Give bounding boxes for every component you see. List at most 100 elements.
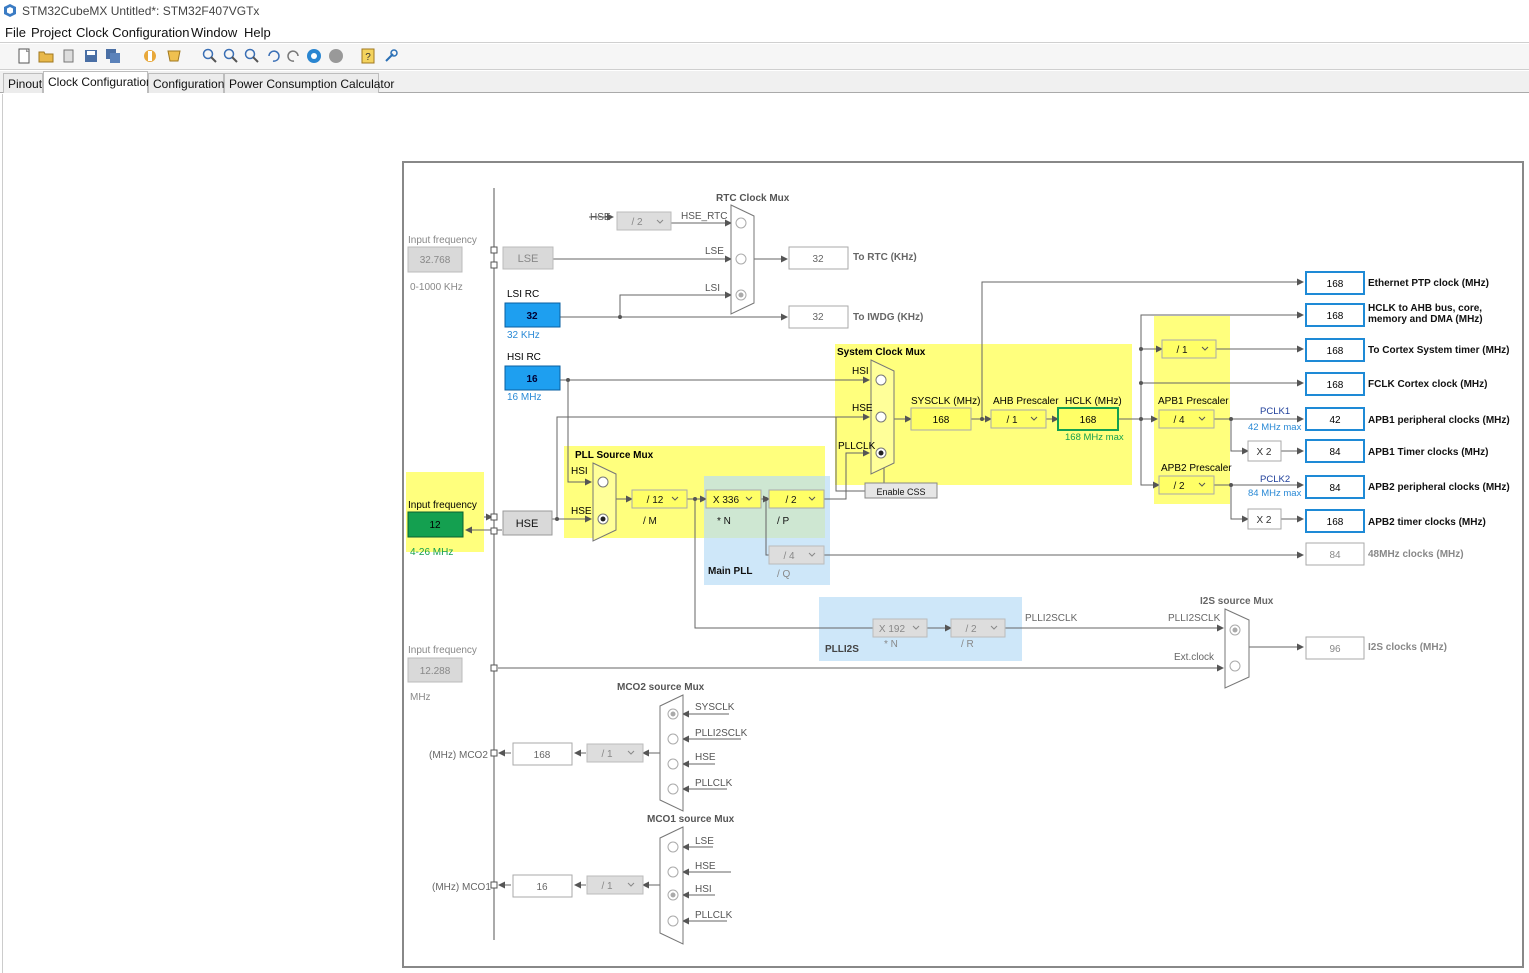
hclk-value: 168 [1080,415,1097,426]
redo-icon[interactable] [286,48,302,64]
menu-help[interactable]: Help [244,25,271,40]
cortex-timer-value: 168 [1327,346,1344,357]
lse-range-label: 0-1000 KHz [410,282,463,293]
lsi-rc-label: LSI RC [507,289,539,300]
fclk-output: 168 FCLK Cortex clock (MHz) [1305,372,1487,396]
plli2s-r-label: / R [961,639,974,650]
apb2-prescaler-select[interactable] [1158,475,1215,495]
save-icon[interactable] [83,48,99,64]
apb2-peripheral-value: 84 [1329,483,1341,494]
zoom-in-icon[interactable] [202,48,218,64]
i2s-source-mux[interactable] [1224,608,1250,689]
copy-icon[interactable] [61,48,77,64]
menu-file[interactable]: File [5,25,26,40]
zoom-fit-icon[interactable] [244,48,260,64]
hclk-label: HCLK (MHz) [1065,396,1122,407]
stop-icon[interactable] [328,48,344,64]
main-pll-title: Main PLL [708,566,752,577]
lse-label: LSE [518,253,539,265]
pll-q-divider-select[interactable] [768,545,825,565]
help-icon[interactable]: ? [360,48,376,64]
apb1-prescaler-select[interactable] [1158,409,1215,429]
i2s-frequency-value: 12.288 [420,666,451,677]
rtc-hse-divider-select[interactable] [616,211,672,231]
pll-m-label: / M [643,516,657,527]
open-folder-icon[interactable] [38,48,54,64]
zoom-out-icon[interactable] [223,48,239,64]
hse-input-frequency-label: Input frequency [408,500,477,511]
tab-pinout[interactable]: Pinout [3,73,43,93]
menu-project[interactable]: Project [31,25,71,40]
mco1-hse-label: HSE [695,861,716,872]
mco1-lse-label: LSE [695,836,714,847]
48mhz-label: 48MHz clocks (MHz) [1368,549,1464,560]
pll-q-value: / 4 [783,551,795,562]
undo-icon[interactable] [265,48,281,64]
sysmux-hse-label: HSE [852,403,873,414]
refresh-icon[interactable] [306,48,322,64]
mco1-hsi-label: HSI [695,884,712,895]
rtc-clock-mux-title: RTC Clock Mux [716,193,790,204]
hsi-rc-label: HSI RC [507,352,541,363]
pll-p-label: / P [777,516,790,527]
hclk-ahb-output: 168 HCLK to AHB bus, core, memory and DM… [1305,303,1483,327]
plli2s-r-divider-select[interactable] [950,618,1006,638]
apb1-timer-output: 84 APB1 Timer clocks (MHz) [1305,439,1488,463]
apb1-peripheral-value: 42 [1329,415,1341,426]
rtc-lsi-label: LSI [705,283,720,294]
apb1-prescaler-value: / 4 [1173,415,1185,426]
i2s-clock-value: 96 [1329,644,1341,655]
apb1-timer-label: APB1 Timer clocks (MHz) [1368,447,1488,458]
window-title: STM32CubeMX Untitled*: STM32F407VGTx [22,4,260,18]
svg-text:?: ? [365,52,371,63]
hsi-value: 16 [526,374,538,385]
tab-power-consumption-calculator[interactable]: Power Consumption Calculator [224,73,394,93]
pll-source-hse-label: HSE [571,506,592,517]
hclk-max-label: 168 MHz max [1065,432,1124,443]
lse-frequency-value: 32.768 [420,255,451,266]
lsi-value: 32 [526,311,538,322]
mco1-source-mux-title: MCO1 source Mux [647,814,735,825]
mco2-source-mux-title: MCO2 source Mux [617,682,705,693]
pll-source-mux[interactable] [592,462,617,542]
pclk1-label: PCLK1 [1260,406,1290,417]
ethernet-ptp-label: Ethernet PTP clock (MHz) [1368,278,1489,289]
plli2s-r-value: / 2 [965,624,977,635]
generate-report-icon[interactable] [142,48,158,64]
mco1-divider-select[interactable] [586,875,644,895]
apb2-x2-label: X 2 [1256,515,1271,526]
menu-clock-configuration[interactable]: Clock Configuration [76,25,189,40]
hclk-ahb-label: HCLK to AHB bus, core, [1368,303,1482,314]
pll-n-label: * N [717,516,731,527]
tab-clock-configuration[interactable]: Clock Configuration [43,71,153,93]
apb1-peripheral-label: APB1 peripheral clocks (MHz) [1368,415,1510,426]
apb2-timer-label: APB2 timer clocks (MHz) [1368,517,1486,528]
menu-window[interactable]: Window [191,25,237,40]
cortex-timer-label: To Cortex System timer (MHz) [1368,345,1510,356]
mco2-divider-select[interactable] [586,743,644,763]
save-all-icon[interactable] [105,48,121,64]
rtc-hse-divider-value: / 2 [631,217,643,228]
apb2-timer-output: 168 APB2 timer clocks (MHz) [1305,509,1486,533]
fclk-value: 168 [1327,380,1344,391]
new-project-icon[interactable] [16,48,32,64]
cortex-timer-divider-select[interactable] [1161,339,1217,359]
i2s-mux-ext-clock-label: Ext.clock [1174,652,1215,663]
fclk-label: FCLK Cortex clock (MHz) [1368,379,1487,390]
clock-tree-diagram: Input frequency 32.768 0-1000 KHz LSE LS… [402,161,1524,968]
plli2s-n-label: * N [884,639,898,650]
ethernet-ptp-output: 168 Ethernet PTP clock (MHz) [1305,271,1489,295]
ahb-prescaler-select[interactable] [990,409,1047,429]
mco1-divider-value: / 1 [601,881,613,892]
generate-code-icon[interactable] [166,48,182,64]
hse-range-label: 4-26 MHz [410,547,453,558]
toolbar: ? [0,44,1529,70]
apb2-max-label: 84 MHz max [1248,488,1302,499]
i2s-mux-plli2sclk-label: PLLI2SCLK [1168,613,1221,624]
apb2-timer-value: 168 [1327,517,1344,528]
lsi-unit-label: 32 KHz [507,330,540,341]
pll-m-value: / 12 [647,495,664,506]
about-icon[interactable] [383,48,399,64]
hsi-unit-label: 16 MHz [507,392,541,403]
tab-configuration[interactable]: Configuration [148,73,224,93]
